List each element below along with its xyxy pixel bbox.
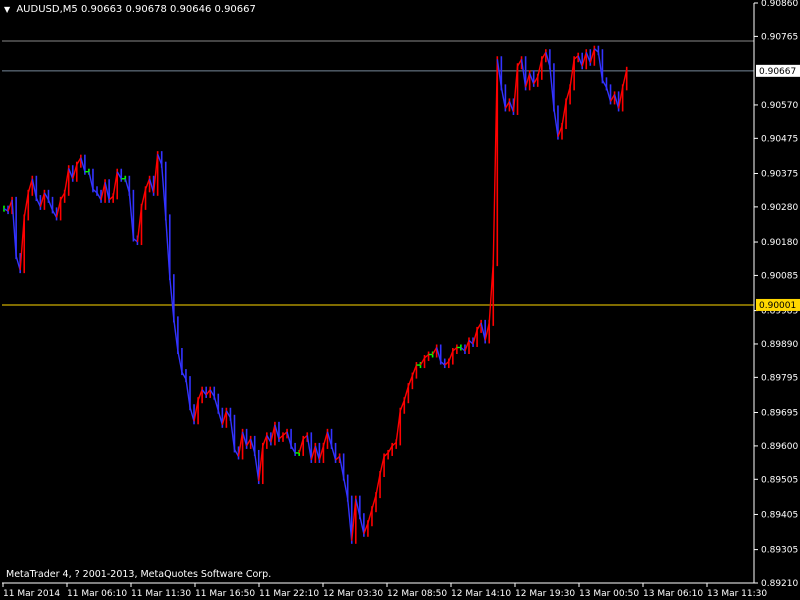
y-tick-label: 0.89695 xyxy=(761,409,798,419)
axes: 0.90860 0.90765 0.90570 0.90475 0.90375 0.902… xyxy=(2,0,800,599)
level-price-tag: 0.90001 xyxy=(759,301,796,311)
y-tick-label: 0.90180 xyxy=(761,238,798,248)
y-tick-label: 0.90475 xyxy=(761,134,798,144)
x-tick-label: 11 Mar 11:30 xyxy=(131,589,191,599)
x-tick-label: 11 Mar 2014 xyxy=(3,589,60,599)
y-tick-label: 0.89505 xyxy=(761,475,798,485)
copyright-text: MetaTrader 4, ? 2001-2013, MetaQuotes So… xyxy=(6,569,272,580)
x-tick-label: 11 Mar 22:10 xyxy=(259,589,319,599)
y-tick-label: 0.89795 xyxy=(761,373,798,383)
y-tick-label: 0.90765 xyxy=(761,32,798,42)
current-price-tag: 0.90667 xyxy=(759,67,796,77)
price-chart[interactable]: 0.90860 0.90765 0.90570 0.90475 0.90375 0.902… xyxy=(0,0,800,600)
x-tick-label: 13 Mar 06:10 xyxy=(643,589,703,599)
y-tick-label: 0.89210 xyxy=(761,579,798,589)
y-tick-label: 0.89305 xyxy=(761,546,798,556)
x-tick-label: 12 Mar 08:50 xyxy=(387,589,447,599)
y-tick-label: 0.89600 xyxy=(761,442,798,452)
x-tick-label: 12 Mar 19:30 xyxy=(515,589,575,599)
y-tick-label: 0.90085 xyxy=(761,271,798,281)
y-tick-label: 0.89890 xyxy=(761,340,798,350)
plot-area[interactable] xyxy=(2,40,754,544)
x-tick-label: 13 Mar 11:30 xyxy=(707,589,767,599)
y-tick-label: 0.89405 xyxy=(761,510,798,520)
x-tick-label: 13 Mar 00:50 xyxy=(579,589,639,599)
y-tick-label: 0.90860 xyxy=(761,0,798,9)
x-tick-label: 11 Mar 16:50 xyxy=(195,589,255,599)
y-tick-label: 0.90570 xyxy=(761,101,798,111)
y-tick-label: 0.90280 xyxy=(761,203,798,213)
y-tick-label: 0.90375 xyxy=(761,169,798,179)
x-tick-label: 11 Mar 06:10 xyxy=(67,589,127,599)
x-tick-label: 12 Mar 14:10 xyxy=(451,589,511,599)
x-tick-label: 12 Mar 03:30 xyxy=(323,589,383,599)
